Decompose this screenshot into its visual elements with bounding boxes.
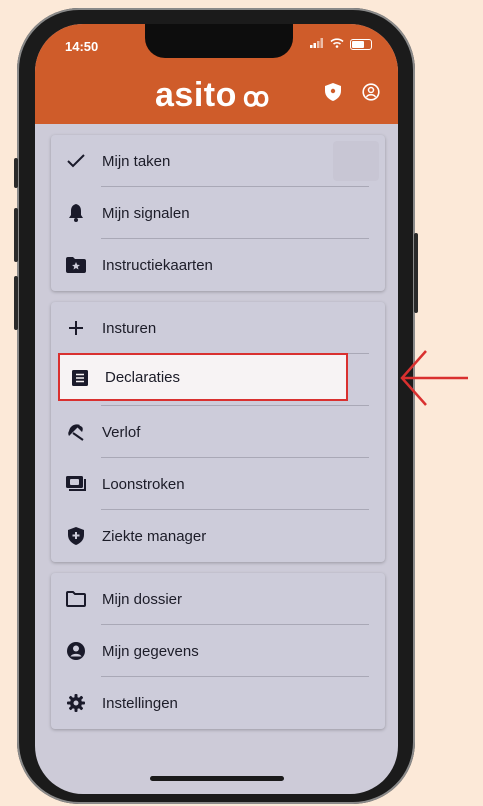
payslip-icon: [65, 473, 87, 495]
plus-icon: [65, 317, 87, 339]
menu-item-instellingen[interactable]: Instellingen: [51, 677, 385, 729]
signal-icon: [310, 38, 324, 51]
menu-item-mijn-taken[interactable]: Mijn taken: [51, 135, 385, 187]
menu-item-label: Mijn dossier: [102, 590, 183, 608]
menu-item-insturen[interactable]: Insturen: [51, 302, 385, 354]
account-circle-icon[interactable]: [361, 82, 381, 102]
shield-icon[interactable]: [323, 82, 343, 102]
menu-item-mijn-dossier[interactable]: Mijn dossier: [51, 573, 385, 625]
menu-item-label: Ziekte manager: [102, 527, 207, 545]
left-arrow-icon: [400, 350, 468, 406]
menu-item-label: Insturen: [102, 319, 157, 337]
account-icon: [65, 640, 87, 662]
volume-down-button: [14, 276, 18, 330]
menu-item-label: Loonstroken: [102, 475, 185, 493]
menu-item-label: Verlof: [102, 423, 141, 441]
highlighted-menu-item-declaraties[interactable]: Declaraties: [58, 353, 348, 401]
menu-item-mijn-signalen[interactable]: Mijn signalen: [51, 187, 385, 239]
beach-umbrella-icon: [65, 421, 87, 443]
bell-icon: [65, 202, 87, 224]
mute-switch: [14, 158, 18, 188]
check-icon: [65, 150, 87, 172]
menu-item-verlof[interactable]: Verlof: [51, 406, 385, 458]
wifi-icon: [330, 38, 344, 51]
menu-card-tasks: Mijn taken Mijn signalen Instructiekaart…: [51, 135, 385, 291]
status-time: 14:50: [65, 39, 99, 54]
volume-up-button: [14, 208, 18, 262]
menu-card-personal: Mijn dossier Mijn gegevens Instellingen: [51, 573, 385, 729]
folder-icon: [65, 588, 87, 610]
folder-star-icon: [65, 254, 87, 276]
power-button: [414, 233, 418, 313]
ripple-overlay: [333, 141, 379, 181]
menu-item-label: Instellingen: [102, 694, 178, 712]
app-header: 14:50 asito ꝏ: [35, 24, 398, 124]
menu-item-label: Declaraties: [105, 369, 181, 386]
phone-screen: 14:50 asito ꝏ Mijn taken Mijn signalen I…: [35, 24, 398, 794]
status-icons: [310, 38, 372, 51]
receipt-icon: [69, 367, 91, 389]
menu-item-mijn-gegevens[interactable]: Mijn gegevens: [51, 625, 385, 677]
menu-item-loonstroken[interactable]: Loonstroken: [51, 458, 385, 510]
menu-item-ziekte-manager[interactable]: Ziekte manager: [51, 510, 385, 562]
logo-text: asito: [155, 76, 237, 114]
logo-mark: ꝏ: [242, 82, 270, 112]
gear-icon: [65, 692, 87, 714]
menu-item-label: Instructiekaarten: [102, 256, 213, 274]
menu-item-label: Mijn taken: [102, 152, 171, 170]
home-indicator: [150, 776, 284, 781]
shield-plus-icon: [65, 525, 87, 547]
menu-item-instructiekaarten[interactable]: Instructiekaarten: [51, 239, 385, 291]
app-logo: asito ꝏ: [155, 76, 270, 115]
menu-item-label: Mijn gegevens: [102, 642, 199, 660]
battery-icon: [350, 39, 372, 50]
menu-card-requests: Insturen Declaraties Verlof Loonstroken …: [51, 302, 385, 562]
notch: [145, 24, 293, 58]
menu-item-label: Mijn signalen: [102, 204, 190, 222]
